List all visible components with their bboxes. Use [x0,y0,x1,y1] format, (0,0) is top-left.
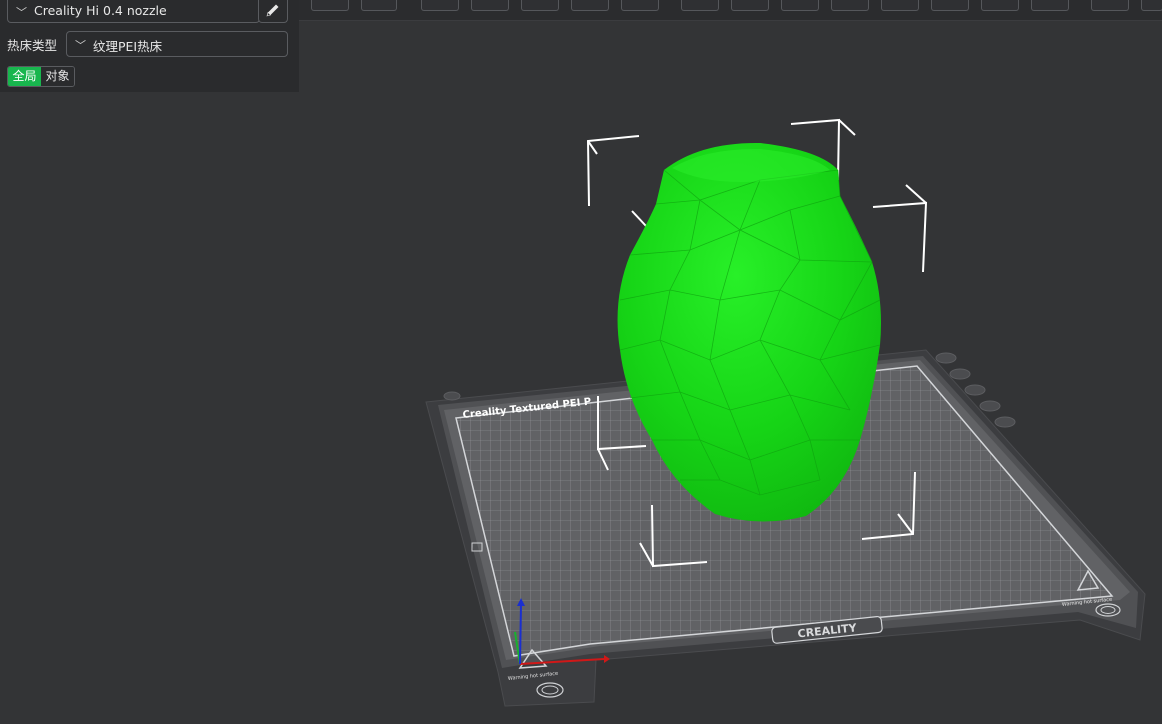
3d-viewport[interactable]: Creality Textured PEI P CREALITY Warning… [0,0,1162,724]
